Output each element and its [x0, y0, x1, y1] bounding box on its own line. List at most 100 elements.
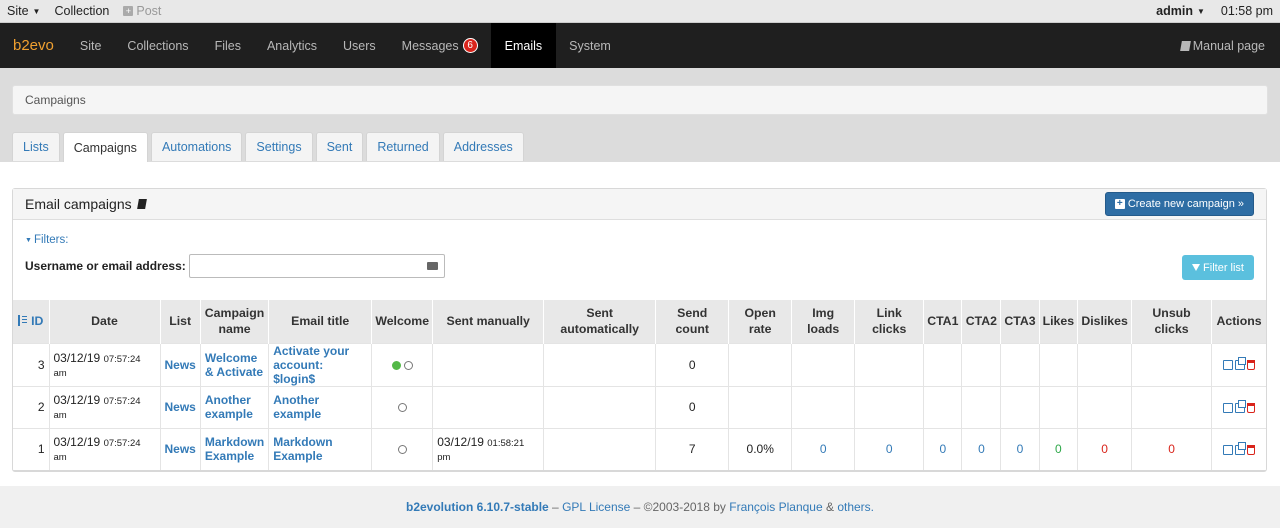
filters-toggle[interactable]: ▼ Filters: [25, 234, 1254, 246]
col-cta1[interactable]: CTA1 [923, 300, 963, 343]
col-likes[interactable]: Likes [1039, 300, 1079, 343]
col-sent-automatically[interactable]: Sent automatically [543, 300, 657, 343]
cell-cta2 [961, 385, 1002, 428]
welcome-inactive-dot-icon[interactable] [397, 445, 407, 455]
filters-section: ▼ Filters: Username or email address: Fil… [13, 220, 1266, 300]
caret-down-icon: ▼ [32, 6, 41, 16]
keyboard-icon[interactable] [426, 262, 438, 270]
username-email-input[interactable] [188, 254, 445, 278]
delete-icon[interactable] [1247, 444, 1256, 455]
copy-icon[interactable] [1235, 441, 1247, 455]
campaign-name-link[interactable]: Welcome & Activate [205, 351, 263, 379]
col-open-rate[interactable]: Open rate [728, 300, 793, 343]
copy-icon[interactable] [1235, 357, 1247, 371]
delete-icon[interactable] [1247, 360, 1256, 371]
messages-badge: 6 [462, 38, 478, 53]
date-value: 03/12/19 [53, 350, 101, 365]
nav-files[interactable]: Files [202, 23, 254, 68]
nav-analytics[interactable]: Analytics [254, 23, 330, 68]
cell-date: 03/12/19 07:57:24 am [49, 342, 161, 386]
list-link[interactable]: News [165, 442, 196, 456]
campaign-name-link[interactable]: Another example [205, 393, 253, 421]
post-link[interactable]: + Post [123, 4, 161, 18]
author-link[interactable]: François Planque [729, 500, 822, 514]
footer-sep: – [548, 500, 563, 514]
cell-cta1[interactable]: 0 [923, 427, 963, 471]
delete-icon[interactable] [1247, 402, 1256, 413]
cell-date: 03/12/19 07:57:24 am [49, 385, 161, 428]
col-email-title[interactable]: Email title [268, 300, 373, 343]
edit-icon[interactable] [1223, 402, 1234, 413]
tab-campaigns[interactable]: Campaigns [62, 132, 148, 162]
main-nav: b2evo Site Collections Files Analytics U… [0, 23, 1280, 68]
date-value: 03/12/19 [53, 435, 101, 449]
filter-list-label: Filter list [1203, 261, 1244, 274]
admin-topbar: Site ▼ Collection + Post admin ▼ 01:58 pm [0, 0, 1280, 23]
list-link[interactable]: News [165, 358, 196, 372]
cell-img-loads[interactable]: 0 [791, 427, 856, 471]
book-icon[interactable] [136, 199, 147, 209]
col-list[interactable]: List [160, 300, 201, 343]
edit-icon[interactable] [1223, 444, 1234, 455]
create-campaign-label: Create new campaign » [1127, 198, 1244, 210]
list-link[interactable]: News [165, 400, 196, 414]
tab-lists[interactable]: Lists [12, 132, 60, 161]
cell-email-title: Activate your account: $login$ [268, 342, 373, 386]
others-link[interactable]: others. [837, 500, 874, 514]
col-campaign-name[interactable]: Campaign name [200, 300, 270, 343]
welcome-inactive-dot-icon[interactable] [403, 360, 413, 370]
site-menu[interactable]: Site ▼ [7, 4, 40, 18]
tab-sent[interactable]: Sent [315, 132, 364, 161]
edit-icon[interactable] [1223, 360, 1234, 371]
tab-returned[interactable]: Returned [366, 132, 440, 161]
col-cta2[interactable]: CTA2 [961, 300, 1002, 343]
triangle-down-icon: ▼ [25, 236, 32, 244]
nav-messages[interactable]: Messages 6 [389, 23, 491, 68]
user-menu[interactable]: admin ▼ [1156, 4, 1205, 18]
tab-addresses[interactable]: Addresses [442, 132, 524, 161]
nav-users[interactable]: Users [330, 23, 389, 68]
email-title-link[interactable]: Another example [273, 393, 321, 421]
copy-icon[interactable] [1235, 399, 1247, 413]
caret-down-icon: ▼ [1196, 6, 1205, 16]
nav-system[interactable]: System [556, 23, 624, 68]
filter-list-button[interactable]: Filter list [1182, 255, 1254, 280]
panel-header: Email campaigns + Create new campaign » [13, 189, 1266, 220]
col-welcome[interactable]: Welcome [371, 300, 434, 343]
email-title-link[interactable]: Markdown Example [273, 435, 332, 463]
tab-settings[interactable]: Settings [245, 132, 313, 161]
col-cta3[interactable]: CTA3 [1000, 300, 1040, 343]
header-area: Campaigns Lists Campaigns Automations Se… [0, 68, 1280, 162]
manual-page-link[interactable]: Manual page [1179, 23, 1280, 68]
col-id[interactable]: ID [13, 300, 50, 343]
nav-emails[interactable]: Emails [490, 23, 557, 68]
col-sent-manually[interactable]: Sent manually [432, 300, 545, 343]
create-campaign-button[interactable]: + Create new campaign » [1104, 192, 1254, 216]
email-title-link[interactable]: Activate your account: $login$ [273, 344, 349, 386]
col-unsub-clicks[interactable]: Unsub clicks [1131, 300, 1213, 343]
nav-collections[interactable]: Collections [114, 23, 201, 68]
cell-sent-manually: 03/12/19 01:58:21 pm [432, 427, 545, 471]
welcome-active-dot-icon[interactable] [391, 360, 401, 370]
col-link-clicks[interactable]: Link clicks [854, 300, 925, 343]
cell-cta2[interactable]: 0 [961, 427, 1002, 471]
col-dislikes[interactable]: Dislikes [1077, 300, 1133, 343]
cell-cta3[interactable]: 0 [1000, 427, 1040, 471]
nav-site[interactable]: Site [67, 23, 115, 68]
col-send-count[interactable]: Send count [655, 300, 730, 343]
license-link[interactable]: GPL License [562, 500, 630, 514]
cell-link-clicks[interactable]: 0 [854, 427, 925, 471]
site-menu-label: Site [7, 4, 29, 18]
cell-cta1 [923, 342, 963, 386]
tab-automations[interactable]: Automations [150, 132, 243, 161]
col-img-loads[interactable]: Img loads [791, 300, 856, 343]
brand-logo[interactable]: b2evo [0, 23, 67, 68]
campaign-name-link[interactable]: Markdown Example [205, 435, 264, 463]
collection-link[interactable]: Collection [54, 4, 109, 18]
welcome-inactive-dot-icon[interactable] [397, 403, 407, 413]
product-link[interactable]: b2evolution 6.10.7-stable [406, 500, 549, 514]
cell-link-clicks [854, 385, 925, 428]
cell-cta3 [1000, 342, 1040, 386]
col-date[interactable]: Date [49, 300, 161, 343]
cell-likes [1039, 342, 1079, 386]
